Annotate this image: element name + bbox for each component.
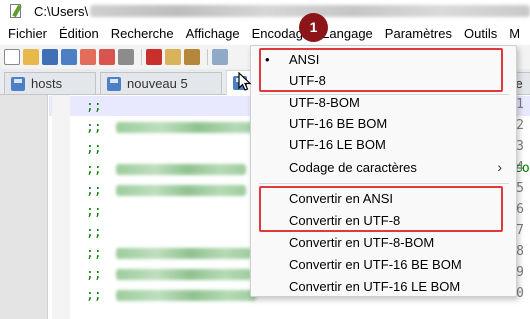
menu-item-convertir-utf16-be-bom[interactable]: Convertir en UTF-16 BE BOM bbox=[251, 254, 516, 275]
fold-margin bbox=[52, 95, 70, 319]
saved-file-icon bbox=[107, 76, 121, 91]
code-line: ;; bbox=[86, 159, 246, 179]
comment-marker: ;; bbox=[86, 182, 102, 198]
cut-icon[interactable] bbox=[146, 49, 162, 65]
save-icon[interactable] bbox=[42, 49, 58, 65]
toolbar-separator bbox=[207, 49, 208, 65]
menu-item-codage-caracteres[interactable]: Codage de caractères › bbox=[251, 157, 516, 178]
undo-icon[interactable] bbox=[212, 49, 228, 65]
menu-item-convertir-utf8-bom[interactable]: Convertir en UTF-8-BOM bbox=[251, 232, 516, 253]
menu-item-label: UTF-16 LE BOM bbox=[289, 137, 386, 152]
menu-item-utf16-le-bom[interactable]: UTF-16 LE BOM bbox=[251, 134, 516, 155]
blurred-text bbox=[115, 184, 246, 196]
code-line: ;; bbox=[86, 201, 102, 221]
window-title: C:\Users\ bbox=[34, 3, 89, 19]
blurred-text bbox=[115, 247, 251, 259]
submenu-arrow-icon: › bbox=[497, 159, 502, 175]
blurred-text bbox=[115, 121, 266, 133]
menu-bar: Fichier Édition Recherche Affichage Enco… bbox=[0, 22, 530, 45]
open-file-icon[interactable] bbox=[23, 49, 39, 65]
comment-marker: ;; bbox=[86, 98, 102, 114]
menu-edition[interactable]: Édition bbox=[53, 22, 105, 45]
close-all-icon[interactable] bbox=[99, 49, 115, 65]
toolbar-separator bbox=[141, 49, 142, 65]
tab-label: nouveau 5 bbox=[127, 76, 188, 91]
title-bar: C:\Users\ bbox=[0, 0, 530, 22]
comment-marker: ;; bbox=[86, 161, 102, 177]
menu-recherche[interactable]: Recherche bbox=[105, 22, 180, 45]
tab-label: hosts bbox=[31, 76, 63, 91]
tab-nouveau-5[interactable]: nouveau 5 bbox=[100, 72, 222, 94]
line-number-gutter bbox=[0, 95, 48, 319]
comment-marker: ;; bbox=[86, 203, 102, 219]
paste-icon[interactable] bbox=[184, 49, 200, 65]
menu-item-label: Convertir en UTF-16 LE BOM bbox=[289, 279, 461, 294]
highlight-box-conversions bbox=[259, 186, 503, 232]
print-icon[interactable] bbox=[118, 49, 134, 65]
comment-marker: ;; bbox=[86, 140, 102, 156]
blurred-text bbox=[115, 289, 256, 301]
menu-item-label: Convertir en UTF-16 BE BOM bbox=[289, 257, 462, 272]
menu-affichage[interactable]: Affichage bbox=[180, 22, 246, 45]
comment-marker: ;; bbox=[86, 224, 102, 240]
comment-marker: ;; bbox=[86, 119, 102, 135]
step-number-badge: 1 bbox=[299, 13, 328, 42]
blurred-text bbox=[115, 163, 246, 175]
blurred-text bbox=[115, 268, 251, 280]
comment-marker: ;; bbox=[86, 245, 102, 261]
menu-outils[interactable]: Outils bbox=[458, 22, 503, 45]
menu-item-label: Convertir en UTF-8-BOM bbox=[289, 235, 435, 250]
code-line: ;; bbox=[86, 96, 102, 116]
save-all-icon[interactable] bbox=[61, 49, 77, 65]
mouse-pointer-icon bbox=[238, 72, 252, 91]
code-line: ;; bbox=[86, 264, 251, 284]
menu-macro[interactable]: M bbox=[503, 22, 526, 45]
code-line: ;; bbox=[86, 243, 251, 263]
menu-item-utf8-bom[interactable]: UTF-8-BOM bbox=[251, 92, 516, 113]
code-line: ;; bbox=[86, 222, 102, 242]
comment-marker: ;; bbox=[86, 287, 102, 303]
code-line: ;; bbox=[86, 138, 102, 158]
menu-separator bbox=[259, 183, 509, 184]
menu-fichier[interactable]: Fichier bbox=[0, 22, 53, 45]
comment-marker: ;; bbox=[86, 266, 102, 282]
menu-item-label: UTF-8-BOM bbox=[289, 95, 360, 110]
menu-item-label: UTF-16 BE BOM bbox=[289, 116, 388, 131]
copy-icon[interactable] bbox=[165, 49, 181, 65]
close-file-icon[interactable] bbox=[80, 49, 96, 65]
code-line: ;; bbox=[86, 285, 256, 305]
new-file-icon[interactable] bbox=[4, 49, 20, 65]
notepad-plus-plus-icon bbox=[8, 3, 24, 19]
code-line: ;; bbox=[86, 180, 246, 200]
menu-item-label: Codage de caractères bbox=[289, 160, 417, 175]
tab-hosts[interactable]: hosts bbox=[4, 72, 96, 94]
menu-parametres[interactable]: Paramètres bbox=[379, 22, 458, 45]
highlight-box-encodings bbox=[259, 48, 503, 92]
menu-item-utf16-be-bom[interactable]: UTF-16 BE BOM bbox=[251, 113, 516, 134]
saved-file-icon bbox=[11, 76, 25, 91]
menu-item-convertir-utf16-le-bom[interactable]: Convertir en UTF-16 LE BOM bbox=[251, 276, 516, 297]
code-line: ;; bbox=[86, 117, 266, 137]
